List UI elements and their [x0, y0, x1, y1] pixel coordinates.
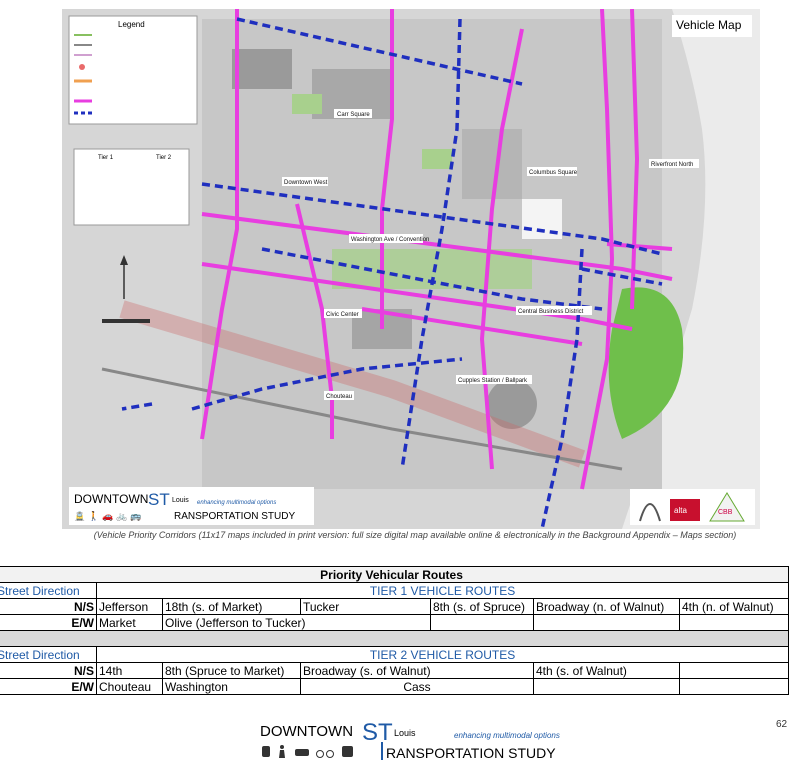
svg-text:ST: ST [148, 490, 170, 509]
svg-text:enhancing multimodal options: enhancing multimodal options [454, 731, 560, 740]
page-number: 62 [776, 719, 788, 730]
svg-text:🚊 🚶 🚗 🚲 🚌: 🚊 🚶 🚗 🚲 🚌 [74, 510, 141, 522]
table-row: N/S 14th 8th (Spruce to Market) Broadway… [0, 662, 790, 679]
label-washington-ave: Washington Ave / Convention [351, 237, 429, 243]
svg-text:CBB: CBB [718, 509, 733, 516]
table-row: E/W Market Olive (Jefferson to Tucker) [0, 614, 790, 631]
car-icon [295, 749, 309, 756]
svg-text:Louis: Louis [172, 497, 189, 504]
tier1-header: TIER 1 VEHICLE ROUTES [95, 582, 790, 599]
label-columbus-square: Columbus Square [529, 170, 578, 176]
pedestrian-icon [280, 745, 284, 749]
label-riverfront-north: Riverfront North [651, 162, 693, 168]
tram-icon [262, 746, 270, 757]
svg-text:DOWNTOWN: DOWNTOWN [74, 492, 148, 506]
map-graphic: Legend Tier 1 Tier 2 Vehicle Map Carr Sq… [62, 9, 760, 529]
table-row: N/S Jefferson 18th (s. of Market) Tucker… [0, 598, 790, 615]
svg-text:enhancing multimodal options: enhancing multimodal options [197, 500, 276, 506]
label-carr-square: Carr Square [337, 112, 370, 118]
table-title: Priority Vehicular Routes [0, 566, 790, 583]
map-title: Vehicle Map [676, 18, 742, 32]
label-chouteau: Chouteau [326, 394, 352, 400]
svg-text:ST: ST [362, 719, 393, 746]
svg-text:alta: alta [674, 506, 687, 515]
table-spacer [0, 630, 790, 647]
vehicle-map: Legend Tier 1 Tier 2 Vehicle Map Carr Sq… [62, 9, 760, 529]
svg-text:Tier 2: Tier 2 [156, 155, 172, 161]
label-cupples-station: Cupples Station / Ballpark [458, 378, 528, 384]
downtown-stl-logo: DOWNTOWN ST Louis enhancing multimodal o… [260, 719, 560, 761]
bicycle-icon [316, 750, 324, 758]
svg-text:RANSPORTATION STUDY: RANSPORTATION STUDY [174, 511, 295, 522]
label-civic-center: Civic Center [326, 312, 359, 318]
map-caption: (Vehicle Priority Corridors (11x17 maps … [93, 530, 737, 540]
bus-icon [342, 746, 353, 757]
label-downtown-west: Downtown West [284, 180, 328, 186]
street-direction-header: Street Direction [0, 646, 97, 663]
table-row: E/W Chouteau Washington Cass [0, 678, 790, 695]
priority-routes-table: Priority Vehicular Routes Street Directi… [0, 566, 790, 695]
svg-text:Tier 1: Tier 1 [98, 155, 114, 161]
street-direction-header: Street Direction [0, 582, 97, 599]
label-cbd: Central Business District [518, 309, 584, 315]
tier2-header: TIER 2 VEHICLE ROUTES [95, 646, 790, 663]
legend-title: Legend [118, 20, 145, 29]
svg-text:RANSPORTATION STUDY: RANSPORTATION STUDY [386, 745, 556, 761]
svg-text:DOWNTOWN: DOWNTOWN [260, 723, 353, 740]
svg-text:Louis: Louis [394, 728, 416, 738]
transport-mode-icons [262, 745, 353, 758]
